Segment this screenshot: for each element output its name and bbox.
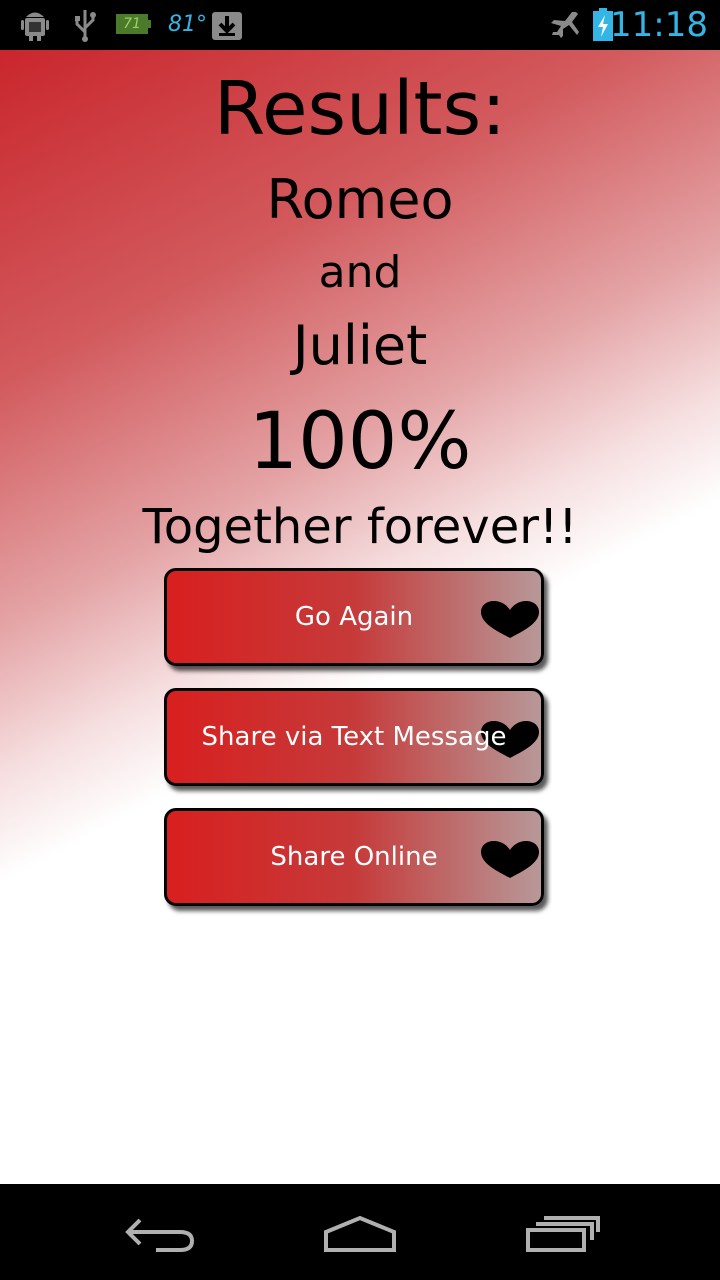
go-again-label: Go Again	[294, 602, 414, 632]
airplane-mode-icon	[551, 12, 579, 38]
recent-apps-icon[interactable]	[524, 1212, 600, 1254]
temperature-text: 81°	[168, 12, 207, 37]
download-icon	[212, 12, 242, 40]
results-title: Results:	[213, 66, 507, 152]
navigation-bar	[0, 1184, 720, 1280]
results-screen: Results: Romeo and Juliet 100% Together …	[0, 50, 720, 1184]
go-again-button[interactable]: Go Again	[164, 568, 544, 666]
battery-app-value: 71	[123, 16, 141, 32]
status-bar: 71 81° 11:18	[0, 0, 720, 50]
battery-app-icon: 71	[115, 12, 151, 36]
second-name: Juliet	[292, 314, 428, 377]
love-percentage: 100%	[248, 397, 472, 487]
share-online-button[interactable]: Share Online	[164, 808, 544, 906]
verdict-text: Together forever!!	[142, 499, 578, 555]
back-icon[interactable]	[122, 1212, 198, 1254]
share-online-label: Share Online	[270, 842, 438, 872]
home-icon[interactable]	[322, 1212, 398, 1254]
usb-icon	[75, 10, 96, 42]
share-text-message-label: Share via Text Message	[201, 722, 507, 752]
share-text-message-button[interactable]: Share via Text Message	[164, 688, 544, 786]
android-debug-icon	[21, 12, 49, 41]
first-name: Romeo	[266, 168, 454, 231]
and-label: and	[318, 247, 402, 298]
clock: 11:18	[610, 5, 708, 45]
